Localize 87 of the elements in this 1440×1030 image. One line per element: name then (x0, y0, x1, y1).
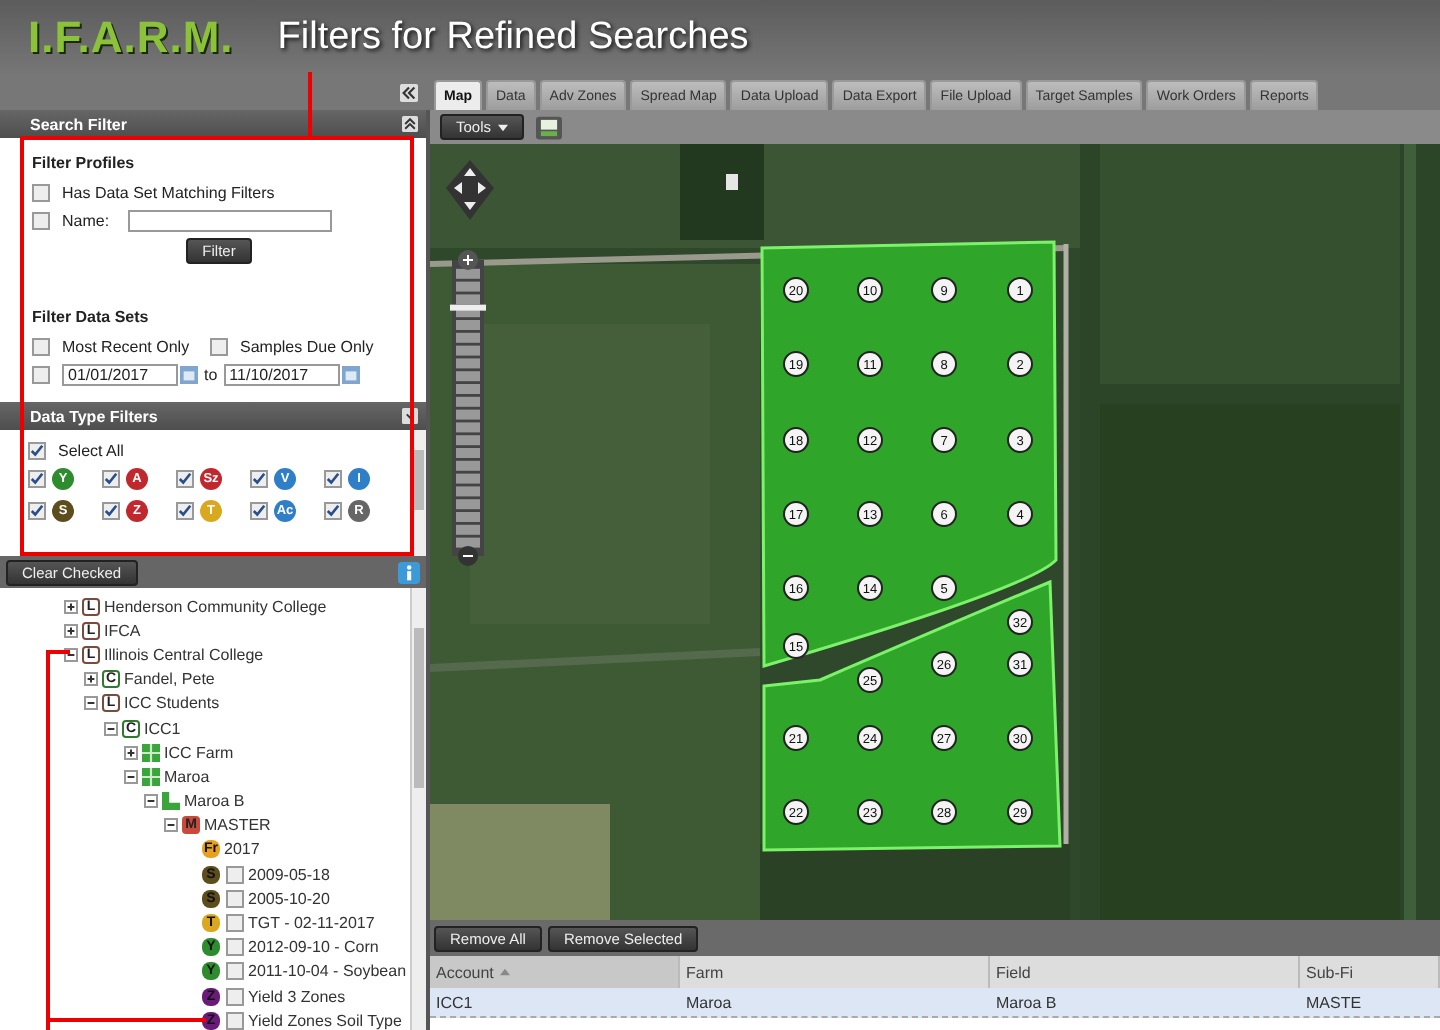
expand-toggle-icon[interactable] (104, 721, 118, 736)
caret-icon[interactable] (497, 123, 508, 131)
expand-toggle-icon[interactable] (84, 672, 98, 687)
tree-item[interactable]: Maroa (164, 767, 210, 786)
calendar-icon[interactable] (341, 365, 360, 383)
table-cell-text: ICC1 (434, 993, 475, 1011)
checkbox-label: Samples Due Only (240, 337, 374, 355)
tree-item[interactable]: Illinois Central College (104, 645, 264, 664)
tree-item[interactable]: Yield Zones Soil Type (248, 1011, 402, 1030)
checkbox[interactable] (226, 938, 244, 957)
checkbox[interactable] (28, 470, 46, 488)
tree-item[interactable]: Henderson Community College (104, 597, 327, 616)
save-icon[interactable] (535, 115, 562, 139)
expand-toggle-icon[interactable] (124, 769, 138, 784)
section-heading: Filter Profiles (32, 154, 137, 172)
collapse-icon[interactable] (402, 116, 418, 132)
tree-item[interactable]: MASTER (204, 816, 271, 835)
date-field[interactable]: 11/10/2017 (223, 363, 340, 385)
expand-toggle-icon[interactable] (124, 745, 138, 760)
tree-item[interactable]: TGT - 02-11-2017 (248, 914, 375, 933)
checkbox[interactable] (28, 502, 46, 520)
checkbox[interactable] (226, 962, 244, 981)
column-header[interactable]: Account (430, 956, 680, 988)
tree-item[interactable]: 2012-09-10 - Corn (248, 938, 379, 957)
pan-control-icon[interactable] (446, 160, 494, 220)
checkbox[interactable] (32, 365, 50, 383)
tree-item[interactable]: Fandel, Pete (124, 670, 215, 689)
checkbox[interactable] (210, 337, 228, 355)
checkbox[interactable] (226, 889, 244, 908)
scrollbar[interactable] (410, 588, 426, 1030)
farm-icon (142, 743, 160, 762)
checkbox[interactable] (226, 914, 244, 933)
checkbox[interactable] (324, 502, 342, 520)
checkbox[interactable] (324, 470, 342, 488)
tree-item[interactable]: 2011-10-04 - Soybean (248, 962, 407, 981)
info-icon[interactable] (398, 561, 420, 583)
tree-item[interactable]: Maroa B (184, 792, 245, 811)
logo: I.F.A.R.M. (28, 12, 234, 64)
date-field[interactable]: 01/01/2017 (62, 363, 178, 385)
collapse-icon[interactable] (400, 84, 418, 102)
farm-icon (142, 767, 160, 786)
tree-item[interactable]: IFCA (104, 621, 141, 640)
tree-item[interactable]: ICC1 (144, 719, 181, 738)
table-cell-text: Maroa B (994, 993, 1059, 1011)
range-separator: to (204, 365, 218, 383)
checkbox-label: Has Data Set Matching Filters (62, 183, 275, 201)
table-cell-text: Maroa (684, 993, 734, 1011)
tree-item[interactable]: ICC Farm (164, 743, 234, 762)
field-boundary[interactable] (762, 580, 1062, 852)
page-title: Filters for Refined Searches (277, 16, 749, 60)
checkbox-label: Most Recent Only (62, 337, 192, 355)
checkbox[interactable] (102, 470, 120, 488)
checkbox[interactable] (176, 502, 194, 520)
checkbox[interactable] (28, 441, 46, 459)
tree-item[interactable]: 2017 (224, 840, 260, 859)
checkbox[interactable] (226, 1011, 244, 1030)
field-boundary[interactable] (760, 240, 1058, 668)
table-row[interactable]: ICC1 Maroa Maroa B MASTE (430, 988, 1440, 1018)
checkbox[interactable] (176, 470, 194, 488)
checkbox[interactable] (250, 502, 268, 520)
expand-toggle-icon[interactable] (84, 696, 98, 711)
panel-title: Search Filter (30, 115, 127, 133)
expand-toggle-icon[interactable] (144, 794, 158, 809)
checkbox[interactable] (102, 502, 120, 520)
panel-title: Data Type Filters (30, 407, 158, 425)
checkbox[interactable] (32, 337, 50, 355)
tree-item[interactable]: Yield 3 Zones (248, 987, 346, 1006)
field-icon (162, 792, 180, 811)
expand-toggle-icon[interactable] (64, 599, 78, 614)
name-field[interactable] (128, 209, 332, 231)
checkbox-label: Select All (58, 441, 124, 459)
checkbox[interactable] (250, 470, 268, 488)
sort-icon (499, 968, 510, 976)
tree-item[interactable]: 2005-10-20 (248, 889, 330, 908)
checkbox-label: Name: (62, 211, 112, 229)
checkbox[interactable] (32, 211, 50, 229)
checkbox[interactable] (226, 865, 244, 884)
calendar-icon[interactable] (180, 365, 198, 383)
expand-toggle-icon[interactable] (64, 623, 78, 638)
tree-item[interactable]: 2009-05-18 (248, 865, 330, 884)
checkbox[interactable] (226, 987, 244, 1006)
zoom-slider[interactable] (448, 248, 488, 568)
section-heading: Filter Data Sets (32, 308, 151, 326)
tree-item[interactable]: ICC Students (124, 694, 220, 713)
checkbox[interactable] (32, 183, 50, 201)
expand-toggle-icon[interactable] (164, 818, 178, 833)
table-cell-text: MASTE (1304, 993, 1364, 1011)
